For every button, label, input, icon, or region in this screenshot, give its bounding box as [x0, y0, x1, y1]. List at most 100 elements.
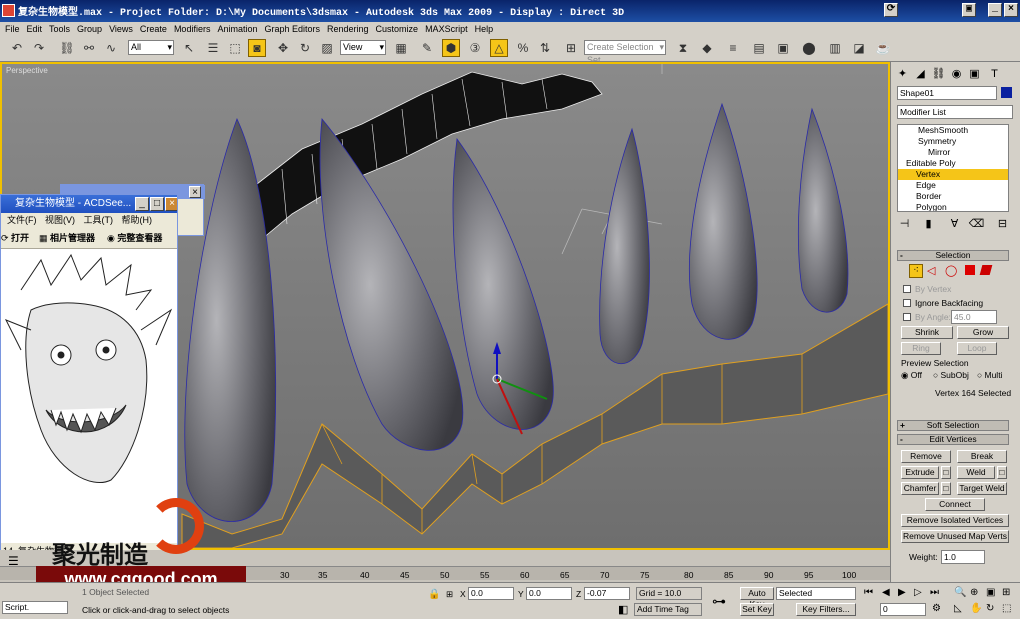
add-time-tag-button[interactable]: Add Time Tag — [634, 603, 702, 616]
menu-customize[interactable]: Customize — [376, 24, 419, 34]
percent-snap-icon[interactable]: % — [514, 39, 532, 57]
menu-create[interactable]: Create — [140, 24, 167, 34]
soft-selection-rollout-header[interactable]: + Soft Selection — [897, 420, 1009, 431]
preview-subobj-radio[interactable]: ○ SubObj — [933, 370, 969, 380]
menu-tools[interactable]: Tools — [49, 24, 70, 34]
make-unique-icon[interactable]: ∀ — [947, 216, 962, 231]
edit-vertices-rollout-header[interactable]: - Edit Vertices — [897, 434, 1009, 445]
by-angle-field[interactable]: 45.0 — [951, 310, 997, 324]
configure-modifier-sets-icon[interactable]: ⊟ — [995, 216, 1010, 231]
viewport-label[interactable]: Perspective — [6, 66, 48, 75]
maxscript-listener[interactable]: Script. — [2, 601, 68, 614]
link-icon[interactable]: ⛓ — [58, 39, 76, 57]
object-color-swatch[interactable] — [1001, 87, 1012, 98]
select-object-icon[interactable]: ↖ — [180, 39, 198, 57]
select-by-name-icon[interactable]: ☰ — [204, 39, 222, 57]
render-setup-icon[interactable]: ▥ — [826, 39, 844, 57]
menu-modifiers[interactable]: Modifiers — [174, 24, 211, 34]
zoom-all-icon[interactable]: ⊕ — [970, 587, 978, 598]
stack-item-editable-poly[interactable]: Editable Poly — [898, 158, 1008, 169]
by-vertex-checkbox[interactable]: By Vertex — [903, 284, 951, 294]
current-frame-field[interactable]: 0 — [880, 603, 926, 616]
y-coordinate-field[interactable]: 0.0 — [526, 587, 572, 600]
next-frame-icon[interactable]: ▷ — [914, 587, 922, 598]
align-icon[interactable]: ◆ — [698, 39, 716, 57]
acdsee-close-button[interactable]: × — [165, 197, 177, 211]
menu-edit[interactable]: Edit — [27, 24, 43, 34]
by-angle-checkbox[interactable]: By Angle: — [903, 312, 951, 322]
shrink-button[interactable]: Shrink — [901, 326, 953, 339]
screenshot-icon[interactable]: ▣ — [962, 3, 976, 17]
move-icon[interactable]: ✥ — [274, 39, 292, 57]
chamfer-settings-button[interactable]: □ — [941, 482, 951, 495]
loop-button[interactable]: Loop — [957, 342, 997, 355]
time-tag-icon[interactable]: ◧ — [618, 603, 628, 616]
refresh-icon[interactable]: ⟳ — [884, 3, 898, 17]
goto-start-icon[interactable]: ⏮ — [864, 587, 873, 598]
remove-unused-map-verts-button[interactable]: Remove Unused Map Verts — [901, 530, 1009, 543]
menu-file[interactable]: File — [5, 24, 20, 34]
remove-modifier-icon[interactable]: ⌫ — [969, 216, 985, 231]
window-crossing-icon[interactable]: ◙ — [248, 39, 266, 57]
extrude-settings-button[interactable]: □ — [941, 466, 951, 479]
extrude-button[interactable]: Extrude — [901, 466, 939, 479]
named-selection-sets-dropdown[interactable]: Create Selection Set — [584, 40, 666, 65]
object-name-field[interactable]: Shape01 — [897, 86, 997, 100]
preview-multi-radio[interactable]: ○ Multi — [977, 370, 1002, 380]
quick-render-icon[interactable]: ☕ — [874, 39, 892, 57]
hierarchy-tab-icon[interactable]: ⛓ — [931, 66, 946, 81]
scale-icon[interactable]: ▨ — [318, 39, 336, 57]
menu-maxscript[interactable]: MAXScript — [425, 24, 468, 34]
target-weld-button[interactable]: Target Weld — [957, 482, 1007, 495]
menu-views[interactable]: Views — [109, 24, 133, 34]
time-config-icon[interactable]: ⚙ — [932, 603, 941, 614]
field-of-view-icon[interactable]: ◺ — [954, 603, 962, 614]
vertex-subobject-icon[interactable]: ⁖ — [909, 264, 923, 278]
render-frame-icon[interactable]: ◪ — [850, 39, 868, 57]
pan-icon[interactable]: ✋ — [970, 603, 982, 614]
keyboard-shortcut-override-icon[interactable]: ⬢ — [442, 39, 460, 57]
selection-filter-dropdown[interactable]: All — [128, 40, 174, 55]
remove-button[interactable]: Remove — [901, 450, 951, 463]
auto-key-button[interactable]: Auto Key — [740, 587, 774, 609]
stack-item-polygon[interactable]: Polygon — [898, 202, 1008, 211]
acdsee-menu-tools[interactable]: 工具(T) — [84, 215, 114, 225]
acdsee-menu-file[interactable]: 文件(F) — [7, 215, 37, 225]
menu-rendering[interactable]: Rendering — [327, 24, 369, 34]
acdsee-menu-view[interactable]: 视图(V) — [45, 215, 75, 225]
pin-stack-icon[interactable]: ⊣ — [897, 216, 912, 231]
stack-item-symmetry[interactable]: Symmetry — [898, 136, 1008, 147]
stack-item-meshsmooth[interactable]: MeshSmooth — [898, 125, 1008, 136]
mirror-icon[interactable]: ⧗ — [674, 39, 692, 57]
angle-snap-icon[interactable]: △ — [490, 39, 508, 57]
spinner-snap-icon[interactable]: ⇅ — [536, 39, 554, 57]
maximize-viewport-icon[interactable]: ⬚ — [1002, 603, 1011, 614]
snap-toggle-icon[interactable]: ③ — [466, 39, 484, 57]
stack-item-vertex[interactable]: Vertex — [898, 169, 1008, 180]
lock-selection-icon[interactable]: 🔒 — [428, 589, 440, 600]
prev-frame-icon[interactable]: ◀ — [882, 587, 890, 598]
zoom-extents-all-icon[interactable]: ⊞ — [1002, 587, 1010, 598]
z-coordinate-field[interactable]: -0.07 — [584, 587, 630, 600]
zoom-icon[interactable]: 🔍 — [954, 587, 966, 598]
minimize-button[interactable]: _ — [988, 3, 1002, 17]
weight-field[interactable]: 1.0 — [941, 550, 985, 564]
play-icon[interactable]: ▶ — [898, 587, 906, 598]
create-tab-icon[interactable]: ✦ — [895, 66, 910, 81]
utilities-tab-icon[interactable]: T — [987, 66, 1002, 81]
curve-editor-icon[interactable]: ▤ — [750, 39, 768, 57]
close-button[interactable]: × — [1004, 3, 1018, 17]
menu-group[interactable]: Group — [77, 24, 102, 34]
selection-rollout-header[interactable]: - Selection — [897, 250, 1009, 261]
weld-button[interactable]: Weld — [957, 466, 995, 479]
menu-animation[interactable]: Animation — [217, 24, 257, 34]
stack-item-border[interactable]: Border — [898, 191, 1008, 202]
acdsee-menu-help[interactable]: 帮助(H) — [122, 215, 153, 225]
redo-icon[interactable]: ↷ — [30, 39, 48, 57]
manipulate-icon[interactable]: ✎ — [418, 39, 436, 57]
acdsee-maximize-button[interactable]: □ — [150, 197, 164, 211]
edge-subobject-icon[interactable]: ◁ — [927, 264, 935, 277]
unlink-icon[interactable]: ⚯ — [80, 39, 98, 57]
absolute-mode-icon[interactable]: ⊞ — [446, 589, 453, 600]
x-coordinate-field[interactable]: 0.0 — [468, 587, 514, 600]
